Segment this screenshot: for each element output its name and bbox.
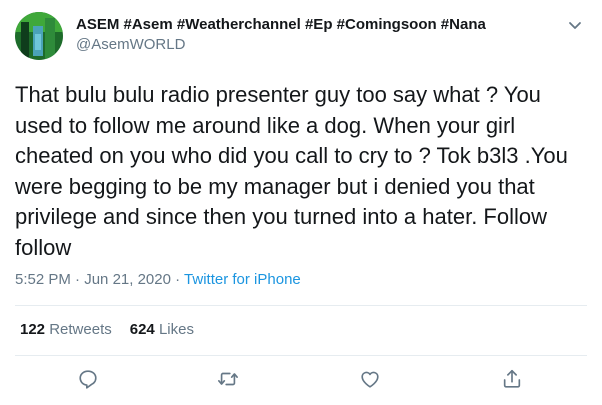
likes-label: Likes: [158, 321, 194, 338]
divider: [15, 355, 587, 356]
divider: [15, 305, 587, 306]
reply-icon[interactable]: [77, 368, 99, 390]
tweet-source-link[interactable]: Twitter for iPhone: [184, 271, 301, 288]
meta-separator: ·: [175, 271, 181, 288]
retweets-count: 122: [20, 321, 46, 338]
tweet-text: That bulu bulu radio presenter guy too s…: [15, 82, 568, 260]
avatar[interactable]: [15, 12, 63, 60]
tweet-time[interactable]: 5:52 PM: [15, 271, 71, 288]
retweets-stat[interactable]: 122 Retweets: [20, 321, 112, 338]
meta-separator: ·: [75, 271, 81, 288]
user-handle[interactable]: @AsemWORLD: [76, 35, 185, 55]
tweet-stats: 122 Retweets 624 Likes: [20, 320, 194, 340]
likes-count: 624: [129, 321, 155, 338]
retweet-icon[interactable]: [217, 368, 239, 390]
heart-icon[interactable]: [359, 368, 381, 390]
share-icon[interactable]: [501, 368, 523, 390]
retweets-label: Retweets: [49, 321, 112, 338]
display-name[interactable]: ASEM #Asem #Weatherchannel #Ep #Comingso…: [76, 15, 486, 35]
likes-stat[interactable]: 624 Likes: [130, 321, 194, 338]
tweet-date[interactable]: Jun 21, 2020: [84, 271, 171, 288]
chevron-down-icon[interactable]: [565, 15, 585, 35]
tweet-meta: 5:52 PM · Jun 21, 2020 · Twitter for iPh…: [15, 270, 301, 290]
tweet-card: ASEM #Asem #Weatherchannel #Ep #Comingso…: [0, 0, 602, 405]
